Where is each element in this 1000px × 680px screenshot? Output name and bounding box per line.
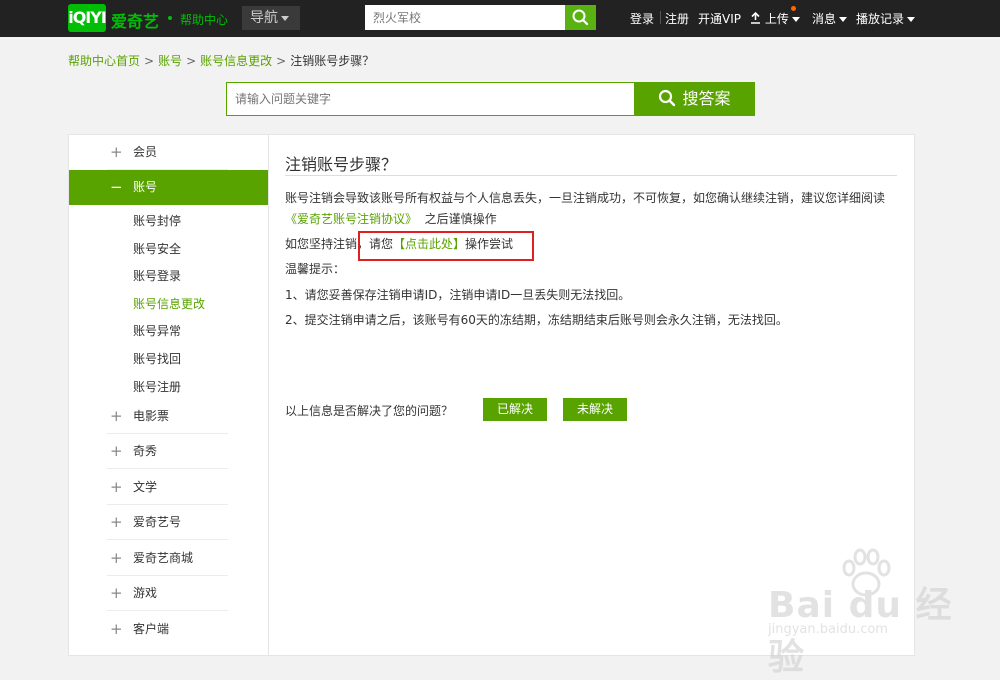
watermark-url: jingyan.baidu.com <box>768 622 888 637</box>
minus-icon: − <box>110 178 123 196</box>
history-label: 播放记录 <box>856 12 905 26</box>
sidebar-item-mall[interactable]: + 爱奇艺商城 <box>69 541 268 576</box>
register-link[interactable]: 注册 <box>665 10 689 27</box>
plus-icon: + <box>110 620 123 638</box>
plus-icon: + <box>110 549 123 567</box>
sidebar-item-client[interactable]: + 客户端 <box>69 612 268 647</box>
sidebar-item-membership[interactable]: + 会员 <box>69 135 268 170</box>
plus-icon: + <box>110 407 123 425</box>
iqiyi-logo[interactable]: iQIYI <box>68 4 107 32</box>
sub-item-account-register[interactable]: 账号注册 <box>133 378 181 395</box>
plus-icon: + <box>110 143 123 161</box>
tip-item-2: 2、提交注销申请之后，该账号有60天的冻结期，冻结期结束后账号则会永久注销，无法… <box>285 313 788 327</box>
sidebar-item-label: 电影票 <box>133 409 170 423</box>
plus-icon: + <box>110 584 123 602</box>
page-title: 注销账号步骤？ <box>285 155 398 174</box>
red-highlight-box <box>358 231 534 261</box>
top-navigation-bar: iQIYI 爱奇艺 帮助中心 导航 登录 注册 开通VIP 上传 消息 播放记录 <box>0 0 1000 37</box>
sub-item-account-ban[interactable]: 账号封停 <box>133 212 181 229</box>
chevron-down-icon <box>907 17 916 22</box>
messages-label: 消息 <box>812 12 837 26</box>
upload-link[interactable]: 上传 <box>750 10 800 27</box>
sidebar-item-label: 爱奇艺商城 <box>133 551 194 565</box>
unsolved-button[interactable]: 未解决 <box>563 398 628 421</box>
breadcrumb-account[interactable]: 账号 <box>158 54 182 68</box>
logo-dot <box>168 16 172 20</box>
help-search-input[interactable] <box>226 82 635 116</box>
article-paragraph-1: 账号注销会导致该账号所有权益与个人信息丢失，一旦注销成功，不可恢复，如您确认继续… <box>285 191 886 205</box>
help-center-label[interactable]: 帮助中心 <box>180 11 228 28</box>
tip-item-1: 1、请您妥善保存注销申请ID，注销申请ID一旦丢失则无法找回。 <box>285 288 631 302</box>
sidebar: + 会员 − 账号 账号封停 账号安全 账号登录 账号信息更改 账号异常 账号找… <box>69 135 269 655</box>
top-search-button[interactable] <box>565 5 596 30</box>
vip-link[interactable]: 开通VIP <box>698 10 741 27</box>
breadcrumb: 帮助中心首页 > 账号 > 账号信息更改 > 注销账号步骤？ <box>68 54 375 68</box>
sub-item-account-abnormal[interactable]: 账号异常 <box>133 322 181 339</box>
brand-name[interactable]: 爱奇艺 <box>111 8 159 32</box>
sidebar-item-qixiu[interactable]: + 奇秀 <box>69 434 268 469</box>
nav-dropdown-button[interactable]: 导航 <box>242 6 300 30</box>
upload-label: 上传 <box>764 12 789 26</box>
breadcrumb-current: 注销账号步骤？ <box>290 54 375 68</box>
divider <box>660 11 661 24</box>
sub-item-account-login[interactable]: 账号登录 <box>133 267 181 284</box>
sub-item-account-info-change[interactable]: 账号信息更改 <box>133 295 205 312</box>
sidebar-item-label: 会员 <box>133 145 158 159</box>
search-answer-label: 搜答案 <box>682 89 731 108</box>
breadcrumb-home[interactable]: 帮助中心首页 <box>68 54 140 68</box>
baidu-watermark: Bai du 经验 jingyan.baidu.com <box>768 548 978 678</box>
plus-icon: + <box>110 513 123 531</box>
nav-label: 导航 <box>250 10 278 26</box>
sidebar-item-movie-tickets[interactable]: + 电影票 <box>69 399 268 434</box>
divider <box>285 175 897 176</box>
plus-icon: + <box>110 478 123 496</box>
tip-title: 温馨提示： <box>285 262 346 276</box>
chevron-down-icon <box>791 17 800 22</box>
sidebar-item-label: 客户端 <box>133 622 170 636</box>
login-link[interactable]: 登录 <box>630 10 654 27</box>
chevron-down-icon <box>839 17 848 22</box>
chevron-down-icon <box>281 15 289 21</box>
sidebar-item-label: 爱奇艺号 <box>133 515 182 529</box>
sidebar-item-label: 奇秀 <box>133 444 158 458</box>
breadcrumb-account-info[interactable]: 账号信息更改 <box>200 54 272 68</box>
search-icon <box>659 89 676 107</box>
top-search-input[interactable] <box>365 5 565 30</box>
sidebar-item-label: 文学 <box>133 480 158 494</box>
sub-item-account-recovery[interactable]: 账号找回 <box>133 350 181 367</box>
search-icon <box>572 9 589 26</box>
upload-icon <box>751 11 760 24</box>
plus-icon: + <box>110 442 123 460</box>
article-paragraph-1-tail: 《爱奇艺账号注销协议》 之后谨慎操作 <box>285 210 497 227</box>
sidebar-item-iqiyi-account[interactable]: + 爱奇艺号 <box>69 505 268 540</box>
history-link[interactable]: 播放记录 <box>856 10 916 27</box>
sub-item-account-security[interactable]: 账号安全 <box>133 240 181 257</box>
notification-dot <box>791 6 796 11</box>
feedback-question: 以上信息是否解决了您的问题？ <box>285 404 454 418</box>
sidebar-item-account[interactable]: − 账号 <box>69 170 268 205</box>
sidebar-item-label: 账号 <box>133 180 158 194</box>
solved-button[interactable]: 已解决 <box>483 398 548 421</box>
sidebar-item-literature[interactable]: + 文学 <box>69 470 268 505</box>
search-answer-button[interactable]: 搜答案 <box>634 82 755 116</box>
agreement-tail: 之后谨慎操作 <box>424 212 497 226</box>
sidebar-item-games[interactable]: + 游戏 <box>69 576 268 611</box>
messages-link[interactable]: 消息 <box>812 10 848 27</box>
sidebar-item-label: 游戏 <box>133 586 158 600</box>
agreement-link[interactable]: 《爱奇艺账号注销协议》 <box>285 212 417 226</box>
